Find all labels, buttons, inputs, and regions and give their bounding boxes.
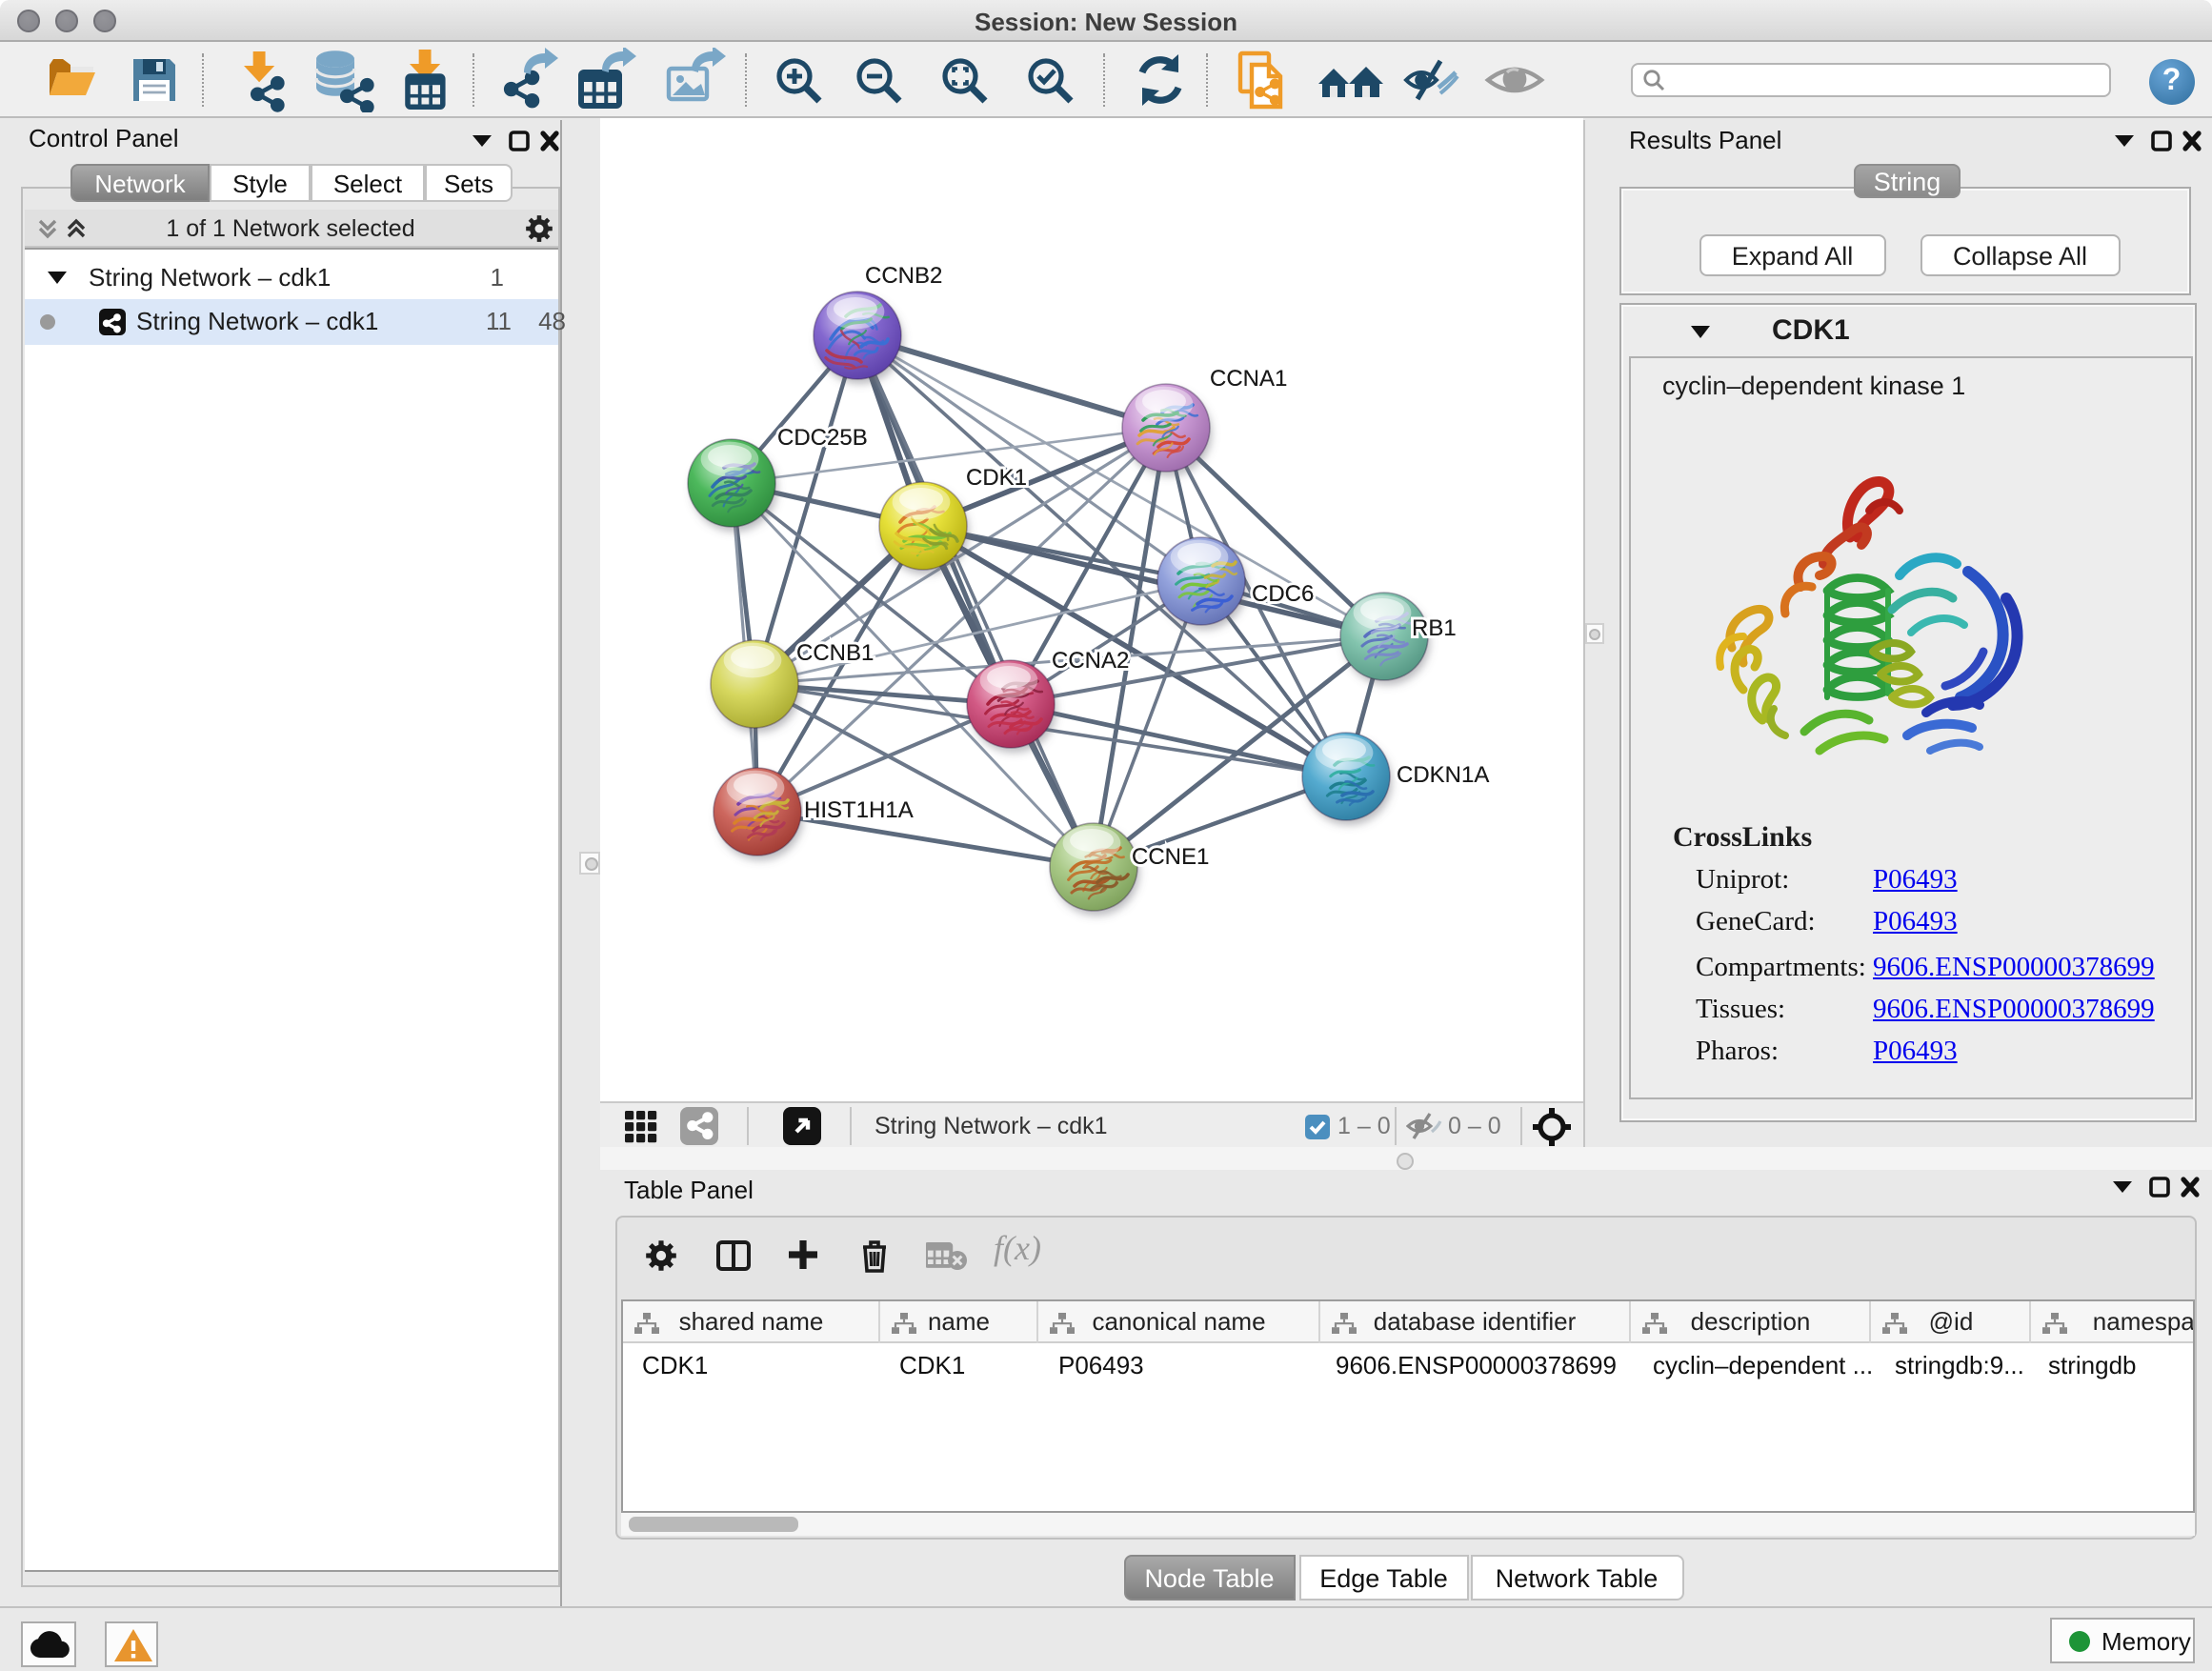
svg-text:HIST1H1A: HIST1H1A — [804, 797, 914, 823]
svg-text:CCNA2: CCNA2 — [1052, 648, 1129, 674]
svg-text:CCNA1: CCNA1 — [1210, 366, 1287, 392]
svg-text:CDK1: CDK1 — [966, 465, 1027, 491]
svg-text:RB1: RB1 — [1412, 615, 1457, 641]
svg-text:CCNB1: CCNB1 — [796, 640, 874, 666]
svg-text:CCNE1: CCNE1 — [1132, 844, 1209, 870]
svg-text:CCNB2: CCNB2 — [865, 263, 942, 289]
svg-text:CDKN1A: CDKN1A — [1397, 762, 1489, 788]
svg-text:CDC25B: CDC25B — [777, 425, 868, 451]
svg-text:CDC6: CDC6 — [1252, 581, 1314, 607]
